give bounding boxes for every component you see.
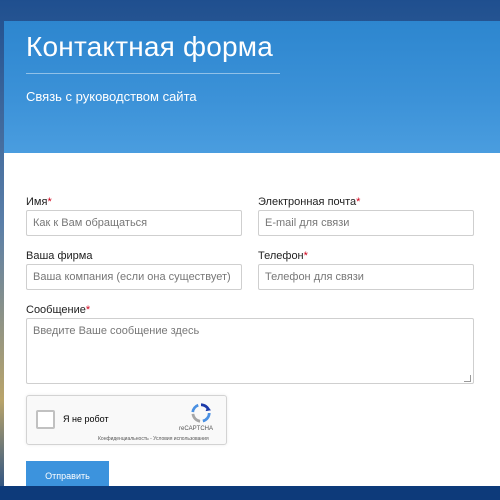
message-label: Сообщение* <box>26 304 90 316</box>
form-header: Контактная форма Связь с руководством са… <box>4 21 500 153</box>
company-input[interactable] <box>26 264 242 290</box>
resize-handle[interactable] <box>464 375 471 382</box>
page-subtitle: Связь с руководством сайта <box>26 89 197 104</box>
required-mark: * <box>303 250 308 262</box>
required-mark: * <box>47 196 52 208</box>
company-label-text: Ваша фирма <box>26 250 93 262</box>
message-textarea[interactable] <box>26 318 474 384</box>
recaptcha-brand: reCAPTCHA <box>179 426 214 432</box>
contact-form-card: Контактная форма Связь с руководством са… <box>4 21 500 488</box>
email-input[interactable] <box>258 210 474 236</box>
phone-input[interactable] <box>258 264 474 290</box>
recaptcha-logo-icon <box>191 403 212 423</box>
message-label-text: Сообщение <box>26 304 86 316</box>
recaptcha-label: Я не робот <box>63 414 109 424</box>
name-input[interactable] <box>26 210 242 236</box>
company-label: Ваша фирма <box>26 250 92 262</box>
recaptcha-links[interactable]: Конфиденциальность - Условия использован… <box>98 436 209 442</box>
recaptcha-checkbox[interactable] <box>36 410 55 429</box>
recaptcha-widget: Я не робот reCAPTCHA Конфиденциальность … <box>26 395 227 445</box>
bottom-bar <box>0 486 500 500</box>
name-label-text: Имя <box>26 196 48 208</box>
name-label: Имя* <box>26 196 52 208</box>
email-label: Электронная почта* <box>258 196 360 208</box>
required-mark: * <box>85 304 91 316</box>
required-mark: * <box>356 196 361 208</box>
phone-label-text: Телефон <box>258 250 304 262</box>
phone-label: Телефон* <box>258 250 308 262</box>
submit-button[interactable]: Отправить <box>26 461 109 488</box>
title-divider <box>26 73 280 74</box>
page-title: Контактная форма <box>26 31 273 62</box>
email-label-text: Электронная почта <box>258 196 357 208</box>
